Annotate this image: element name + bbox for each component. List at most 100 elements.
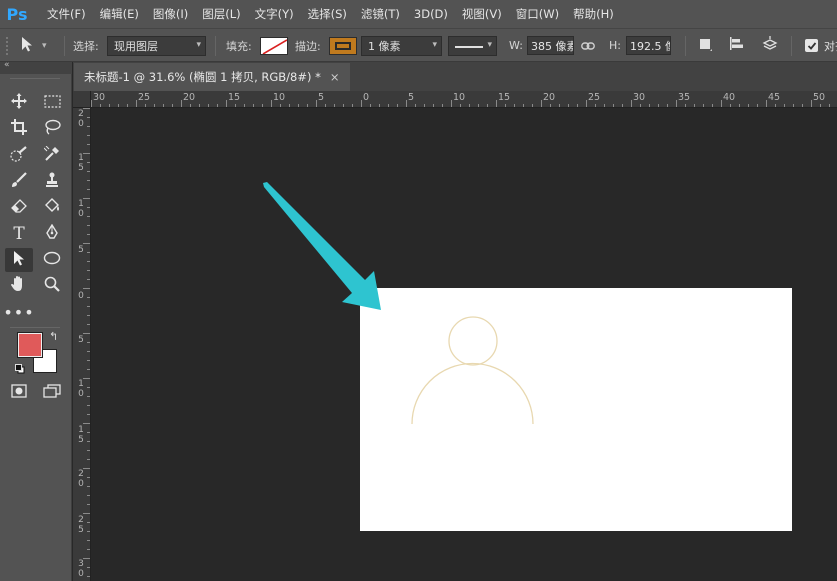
path-selection-tool[interactable] (5, 248, 33, 272)
zoom-tool[interactable] (38, 274, 66, 298)
ruler-tick-label: 15 (228, 92, 241, 103)
align-edges-label: 对齐 (824, 39, 837, 53)
collapse-icon[interactable]: « (4, 60, 10, 70)
menu-window[interactable]: 窗口(W) (509, 0, 566, 28)
vertical-ruler[interactable]: 2015105051015202530 (73, 108, 91, 581)
eyedropper-tool[interactable] (38, 144, 66, 168)
align-edges-toggle[interactable]: 对齐 (805, 29, 837, 62)
chevron-down-icon: ▾ (42, 40, 47, 51)
ellipse-icon (43, 251, 61, 269)
stroke-label: 描边: (295, 39, 321, 53)
height-input[interactable]: 192.5 像 (626, 36, 671, 55)
stamp-tool[interactable] (38, 170, 66, 194)
ruler-tick-label: 5 (78, 245, 84, 255)
stroke-width-field[interactable]: 1 像素 ▾ (361, 35, 442, 56)
lasso-tool[interactable] (38, 117, 66, 141)
menu-select[interactable]: 选择(S) (301, 0, 354, 28)
eraser-tool[interactable] (5, 196, 33, 220)
swap-colors-icon[interactable]: ↰ (49, 330, 58, 343)
marquee-tool[interactable] (38, 91, 66, 115)
ruler-tick-label: 25 (138, 92, 151, 103)
options-bar: ▾ 选择: 现用图层 ▾ 填充: 描边: 1 像素 ▾ ▾ W: 385 像素 (0, 28, 837, 62)
stamp-icon (44, 172, 60, 192)
rectangle-marquee-icon (43, 94, 61, 112)
quick-mask-icon (11, 384, 27, 402)
chevron-down-icon: ▾ (487, 39, 492, 50)
pen-tool[interactable] (38, 222, 66, 246)
chevron-down-icon: ▾ (432, 39, 437, 50)
menu-edit[interactable]: 编辑(E) (93, 0, 146, 28)
link-icon[interactable] (581, 29, 595, 62)
ruler-tick-label: 2 (78, 109, 84, 119)
ruler-tick-label: 40 (723, 92, 736, 103)
line-style-icon (455, 39, 483, 52)
menu-view[interactable]: 视图(V) (455, 0, 509, 28)
menu-bar: Ps 文件(F) 编辑(E) 图像(I) 图层(L) 文字(Y) 选择(S) 滤… (0, 0, 837, 28)
default-colors-icon[interactable] (15, 364, 25, 377)
path-selection-icon (20, 36, 34, 55)
ruler-tick-label: 20 (183, 92, 196, 103)
ruler-tick-label: 5 (78, 335, 84, 345)
screen-mode-button[interactable] (38, 381, 66, 405)
path-operations-button[interactable] (697, 29, 713, 62)
path-arrangement-button[interactable] (760, 29, 780, 62)
menu-help[interactable]: 帮助(H) (566, 0, 621, 28)
ruler-tick-label: 10 (453, 92, 466, 103)
path-alignment-button[interactable] (728, 29, 746, 62)
menu-3d[interactable]: 3D(D) (407, 0, 455, 28)
select-label: 选择: (73, 39, 99, 53)
document-tab[interactable]: 未标题-1 @ 31.6% (椭圆 1 拷贝, RGB/8#) * × (74, 63, 350, 91)
ellipse-tool[interactable] (38, 248, 66, 272)
hand-tool[interactable] (5, 274, 33, 298)
eyedropper-icon (43, 145, 60, 166)
photoshop-logo: Ps (6, 4, 28, 24)
menu-image[interactable]: 图像(I) (146, 0, 195, 28)
ruler-tick-label: 20 (543, 92, 556, 103)
stroke-type-dropdown[interactable]: ▾ (448, 35, 497, 56)
quick-mask-button[interactable] (5, 381, 33, 405)
align-left-icon (728, 36, 746, 55)
hand-icon (10, 275, 28, 297)
pen-icon (44, 223, 60, 244)
close-icon[interactable]: × (330, 70, 340, 84)
arrange-layers-icon (760, 36, 780, 55)
fill-swatch[interactable] (260, 36, 288, 55)
zoom-icon (44, 276, 60, 296)
lasso-icon (43, 119, 61, 139)
ruler-tick-label: 5 (318, 92, 325, 103)
horizontal-ruler[interactable]: 30 25 20 15 10 5 0 5 10 15 20 25 30 35 40 45 50 (91, 91, 837, 108)
brush-tool[interactable] (5, 170, 33, 194)
paint-bucket-tool[interactable] (38, 196, 66, 220)
select-value: 现用图层 (114, 39, 158, 53)
move-icon (11, 93, 27, 113)
menu-filter[interactable]: 滤镜(T) (354, 0, 407, 28)
paint-bucket-icon (43, 198, 61, 218)
brush-icon (11, 172, 27, 192)
ruler-tick-label: 5 (78, 435, 84, 445)
ruler-tick-label: 0 (363, 92, 370, 103)
crop-tool[interactable] (5, 117, 33, 141)
more-tools-button[interactable]: ••• (3, 300, 33, 324)
ruler-tick-label: 5 (408, 92, 415, 103)
quick-selection-icon (10, 146, 28, 166)
stroke-swatch[interactable] (329, 36, 357, 55)
ruler-tick-label: 45 (768, 92, 781, 103)
tool-preset-picker[interactable]: ▾ (20, 29, 47, 62)
type-tool[interactable]: T (5, 222, 33, 246)
ruler-tick-label: 10 (273, 92, 286, 103)
width-input[interactable]: 385 像素 (527, 36, 574, 55)
ruler-tick-label: 0 (78, 119, 84, 129)
quick-selection-tool[interactable] (5, 144, 33, 168)
ruler-tick-label: 30 (93, 92, 106, 103)
select-dropdown[interactable]: 现用图层 ▾ (107, 35, 206, 56)
user-figure-shape[interactable] (360, 288, 792, 531)
menu-layer[interactable]: 图层(L) (195, 0, 247, 28)
document-canvas[interactable] (360, 288, 792, 531)
checkbox-checked-icon (805, 39, 818, 52)
menu-file[interactable]: 文件(F) (40, 0, 93, 28)
foreground-color-swatch[interactable] (17, 332, 43, 358)
ruler-tick-label: 25 (588, 92, 601, 103)
menu-type[interactable]: 文字(Y) (248, 0, 301, 28)
type-icon: T (13, 224, 25, 244)
move-tool[interactable] (5, 91, 33, 115)
